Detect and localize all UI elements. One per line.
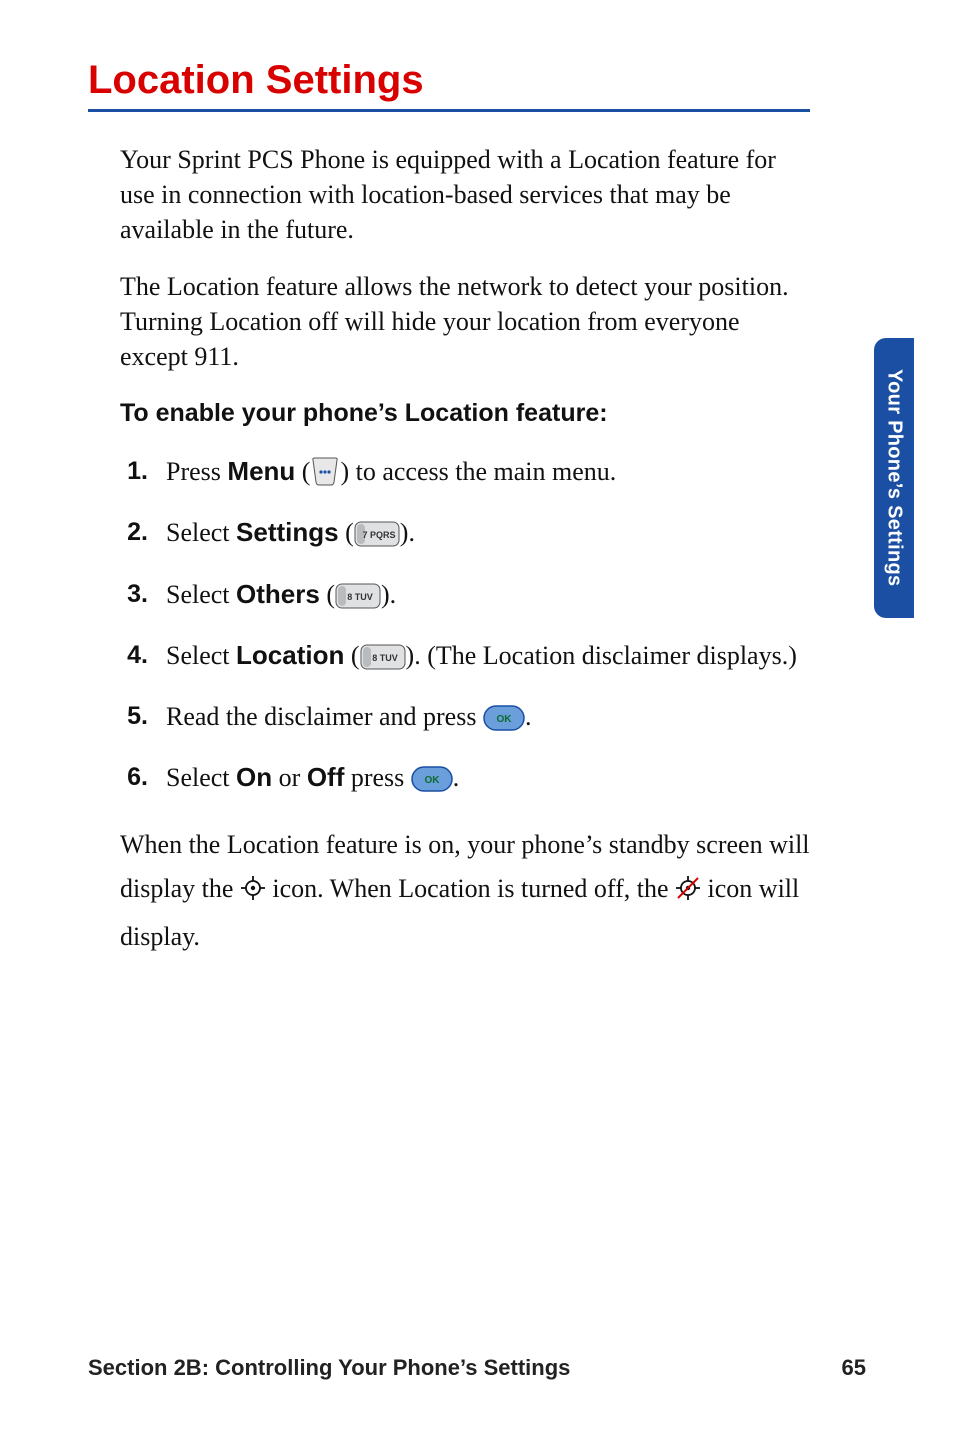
step-number: 4.	[120, 638, 148, 673]
svg-text:7 PQRS: 7 PQRS	[362, 530, 395, 540]
svg-text:OK: OK	[496, 714, 512, 725]
step-6: 6. Select On or Off press OK .	[120, 760, 810, 801]
svg-text:OK: OK	[424, 775, 440, 786]
page-number: 65	[842, 1355, 866, 1381]
step-text: Select Settings ( 7 PQRS ).	[166, 515, 810, 556]
procedure-heading: To enable your phone’s Location feature:	[120, 397, 810, 431]
step-2: 2. Select Settings ( 7 PQRS ).	[120, 515, 810, 556]
trailing-paragraph: When the Location feature is on, your ph…	[120, 823, 810, 960]
step-number: 5.	[120, 699, 148, 734]
step-1: 1. Press Menu ( ) to access the main men…	[120, 454, 810, 495]
settings-label: Settings	[236, 517, 339, 547]
step-text: Select Location ( 8 TUV ). (The Location…	[166, 638, 810, 679]
menu-key-icon	[310, 456, 340, 495]
intro-paragraph-1: Your Sprint PCS Phone is equipped with a…	[120, 142, 810, 247]
step-text: Read the disclaimer and press OK .	[166, 699, 810, 740]
key-7-icon: 7 PQRS	[354, 521, 400, 556]
step-text: Select Others ( 8 TUV ).	[166, 577, 810, 618]
key-8-icon: 8 TUV	[360, 644, 406, 679]
step-4: 4. Select Location ( 8 TUV ). (The Locat…	[120, 638, 810, 679]
step-number: 2.	[120, 515, 148, 550]
ok-key-icon: OK	[483, 705, 525, 740]
step-number: 3.	[120, 577, 148, 612]
title-underline	[88, 109, 810, 112]
step-number: 1.	[120, 454, 148, 489]
svg-text:8 TUV: 8 TUV	[372, 653, 398, 663]
footer-section-label: Section 2B: Controlling Your Phone’s Set…	[88, 1355, 570, 1381]
menu-label: Menu	[227, 456, 295, 486]
others-label: Others	[236, 579, 320, 609]
page-title: Location Settings	[88, 58, 810, 103]
location-on-icon	[240, 871, 266, 915]
step-text: Select On or Off press OK .	[166, 760, 810, 801]
intro-paragraph-2: The Location feature allows the network …	[120, 269, 810, 374]
svg-text:8 TUV: 8 TUV	[347, 592, 373, 602]
step-3: 3. Select Others ( 8 TUV ).	[120, 577, 810, 618]
ok-key-icon: OK	[411, 766, 453, 801]
steps-list: 1. Press Menu ( ) to access the main men…	[120, 454, 810, 801]
on-label: On	[236, 762, 272, 792]
off-label: Off	[307, 762, 345, 792]
step-number: 6.	[120, 760, 148, 795]
step-5: 5. Read the disclaimer and press OK .	[120, 699, 810, 740]
section-tab-label: Your Phone’s Settings	[883, 369, 906, 586]
location-off-icon	[675, 871, 701, 915]
step-text: Press Menu ( ) to access the main menu.	[166, 454, 810, 495]
location-label: Location	[236, 640, 344, 670]
section-tab: Your Phone’s Settings	[874, 338, 914, 618]
body-text: Your Sprint PCS Phone is equipped with a…	[120, 142, 810, 959]
key-8-icon: 8 TUV	[335, 583, 381, 618]
page-footer: Section 2B: Controlling Your Phone’s Set…	[88, 1355, 866, 1381]
